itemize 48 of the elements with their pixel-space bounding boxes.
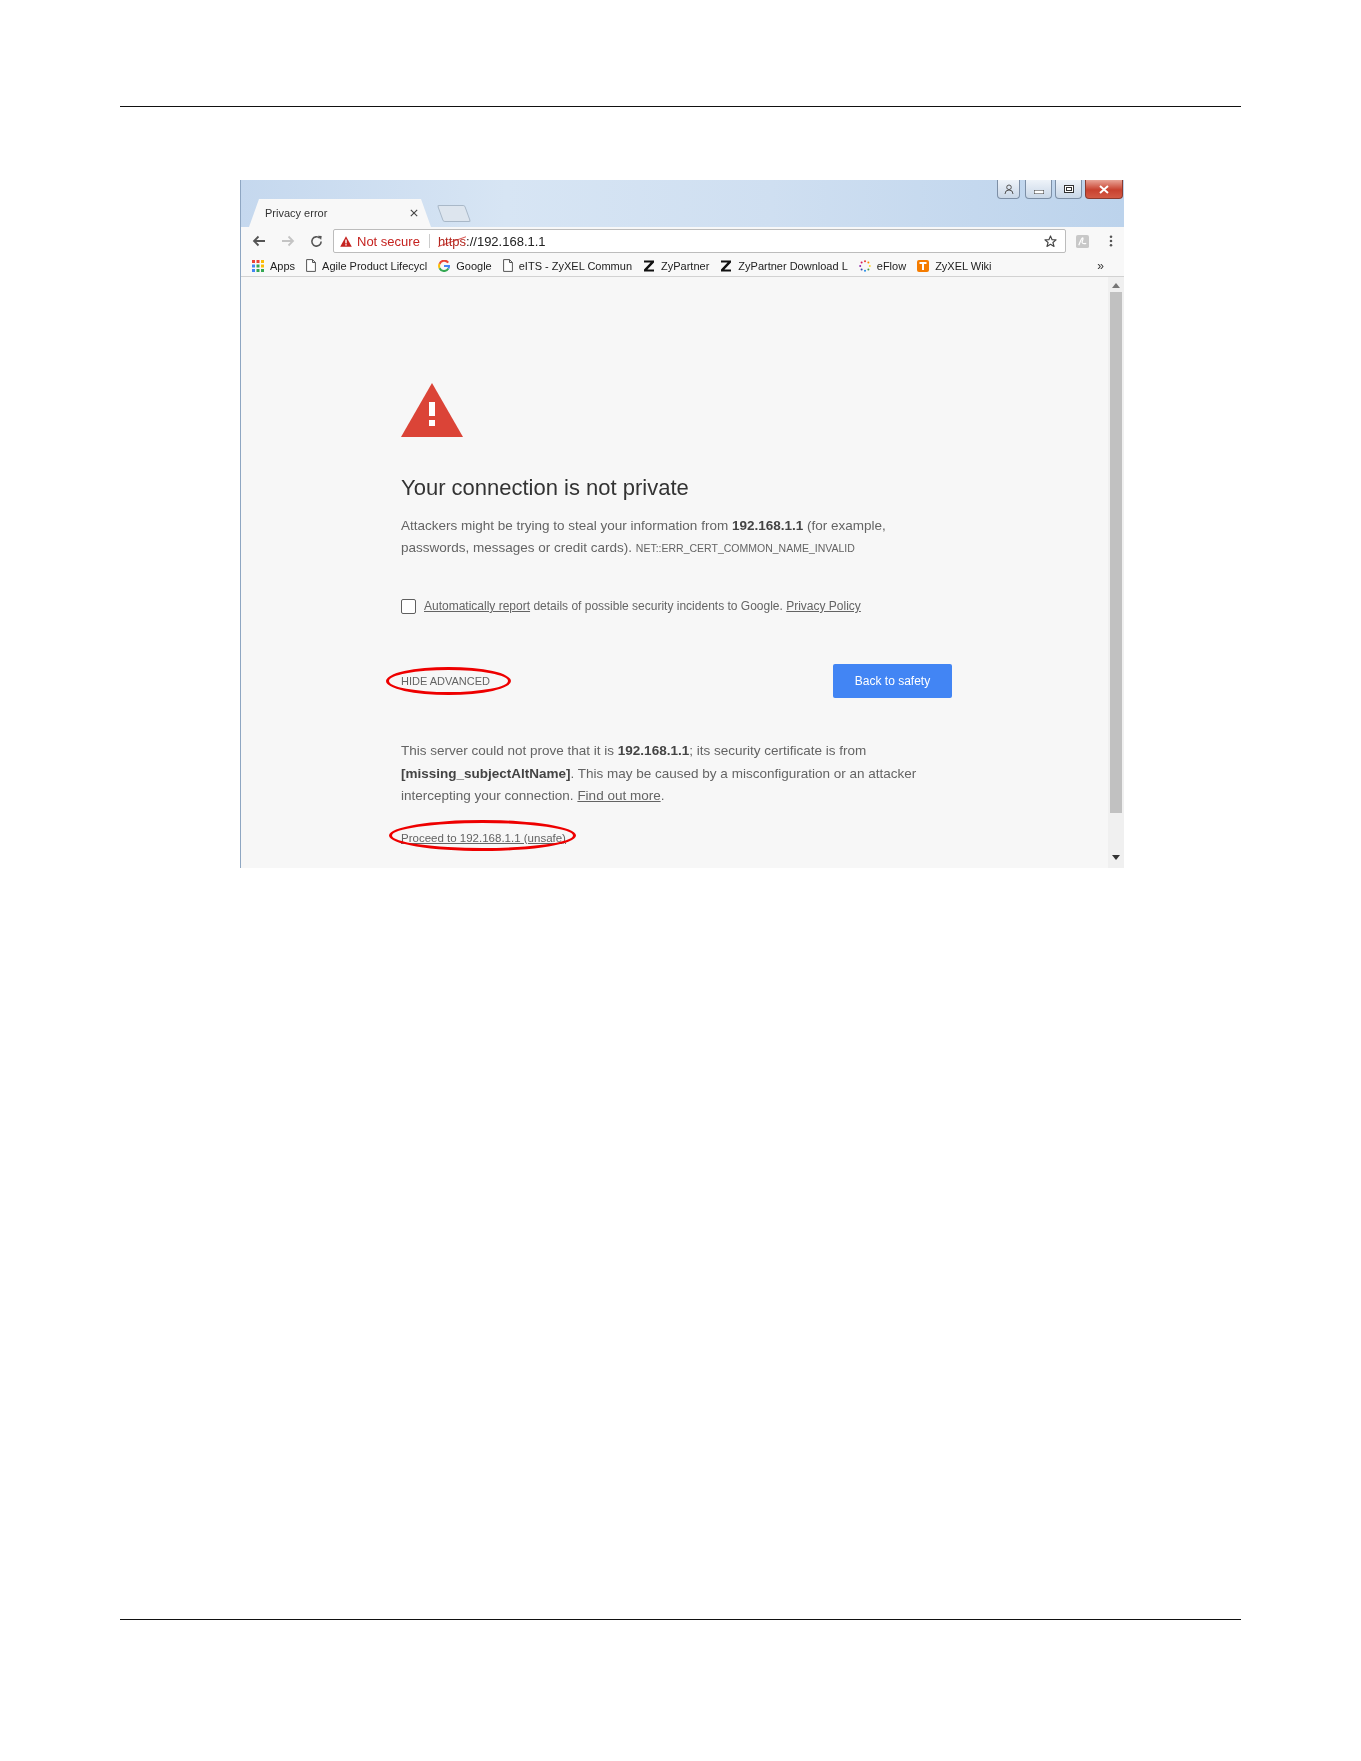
scroll-down-icon[interactable] xyxy=(1112,855,1120,860)
reload-icon[interactable] xyxy=(310,234,323,248)
scrollbar[interactable] xyxy=(1108,277,1124,868)
checkbox[interactable] xyxy=(401,598,416,614)
browser-tab[interactable]: Privacy error xyxy=(249,199,431,227)
scroll-up-icon[interactable] xyxy=(1112,283,1120,288)
proceed-link[interactable]: Proceed to 192.168.1.1 (unsafe) xyxy=(401,830,566,845)
person-icon xyxy=(1003,184,1014,194)
bookmark-item[interactable]: ZyPartner xyxy=(643,259,710,272)
warning-icon xyxy=(401,383,463,437)
hide-advanced-link[interactable]: HIDE ADVANCED xyxy=(401,674,491,688)
star-icon[interactable] xyxy=(1044,234,1057,248)
privacy-policy-link[interactable]: Privacy Policy xyxy=(786,599,861,613)
menu-icon[interactable] xyxy=(1109,235,1113,247)
page-icon xyxy=(306,259,317,272)
z-logo-icon xyxy=(720,259,733,272)
bookmark-item[interactable]: ZyPartner Download L xyxy=(720,259,848,272)
g-logo-icon xyxy=(438,259,451,272)
bookmark-item[interactable]: Google xyxy=(438,259,492,272)
close-window-button[interactable] xyxy=(1085,180,1123,199)
close-icon xyxy=(1099,184,1109,194)
dotted-ring-icon xyxy=(858,259,871,272)
find-out-more-link[interactable]: Find out more xyxy=(577,788,661,803)
minimize-icon xyxy=(1033,190,1044,194)
scrollbar-thumb[interactable] xyxy=(1110,292,1122,813)
warning-message: Attackers might be trying to steal your information from 192.168.1.1 (for example, passwords, messages or credit cards). NET::ERR_CERT_COMMON_NAME_INVALID xyxy=(401,517,887,557)
bookmarks-overflow-button[interactable]: » xyxy=(1097,258,1104,273)
back-arrow-icon[interactable] xyxy=(252,235,266,247)
close-icon[interactable] xyxy=(410,209,418,217)
apps-grid-icon xyxy=(252,259,264,272)
report-consent-text: Automatically report details of possible security incidents to Google. Privacy Policy xyxy=(424,598,861,615)
warning-icon xyxy=(340,235,352,247)
restore-icon xyxy=(1063,185,1074,193)
automatically-report-link[interactable]: Automatically report xyxy=(424,599,531,613)
maximize-button[interactable] xyxy=(1055,180,1082,199)
profile-button[interactable] xyxy=(997,180,1020,199)
security-label: Not secure xyxy=(357,233,420,249)
bookmark-item[interactable]: Agile Product Lifecycl xyxy=(306,259,428,272)
t-logo-tile-icon xyxy=(917,259,930,272)
back-to-safety-button[interactable]: Back to safety xyxy=(833,664,952,698)
bookmark-item[interactable]: eFlow xyxy=(858,259,907,272)
page-heading: Your connection is not private xyxy=(401,474,689,502)
details-message: This server could not prove that it is 192.168.1.1; its security certificate is from [missing_subjectAltName]. This may be caused by a misconfiguration or an attacker intercepting your connection. Find out more. xyxy=(401,742,918,805)
bookmark-item[interactable]: Apps xyxy=(252,259,296,272)
bookmark-item[interactable]: eITS - ZyXEL Commun xyxy=(502,259,633,272)
page-icon xyxy=(502,259,513,272)
z-logo-icon xyxy=(643,259,656,272)
bookmark-item[interactable]: ZyXEL Wiki xyxy=(917,259,992,272)
